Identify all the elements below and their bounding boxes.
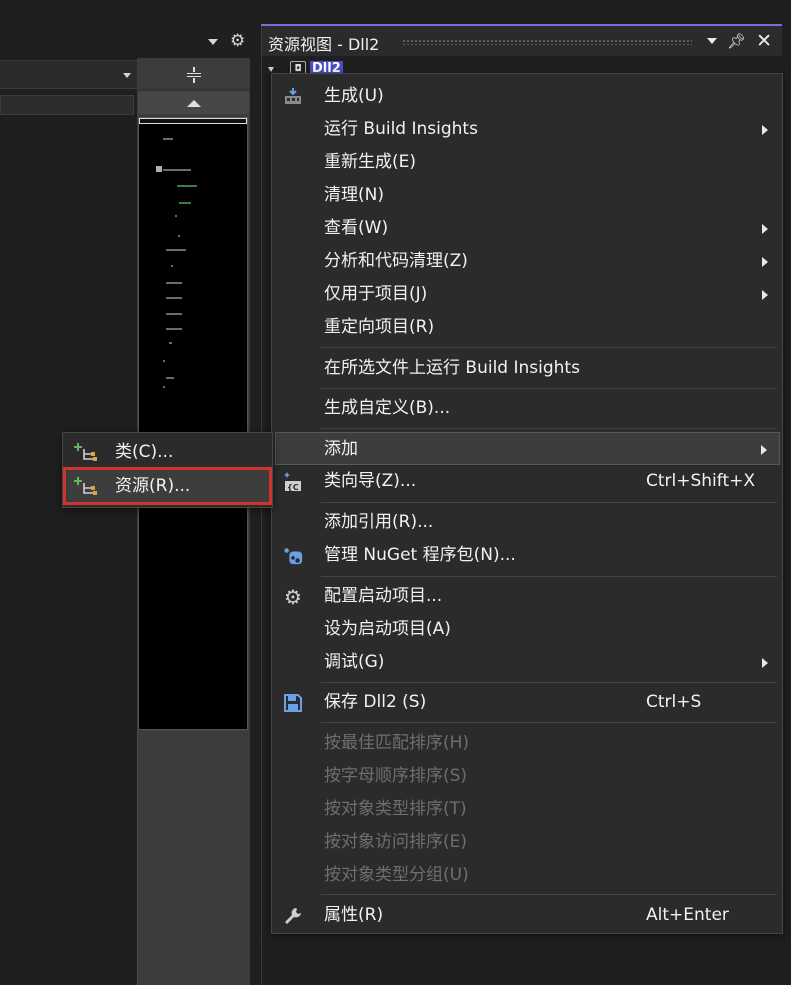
menu-item-run-build-insights[interactable]: 运行 Build Insights bbox=[275, 113, 780, 146]
menu-item-retarget-project[interactable]: 重定向项目(R) bbox=[275, 311, 780, 344]
submenu-item-class[interactable]: 类(C)... bbox=[66, 436, 271, 469]
resource-view-header[interactable]: 资源视图 - Dll2 📌︎ ✕ bbox=[262, 26, 782, 56]
menu-item-build[interactable]: 生成(U) bbox=[275, 80, 780, 113]
editor-toolbar: ⚙ bbox=[200, 30, 252, 54]
scroll-up-button[interactable] bbox=[138, 92, 249, 114]
pin-icon[interactable]: 📌︎ bbox=[727, 30, 746, 52]
menu-separator bbox=[321, 894, 777, 895]
menu-item-build-customizations[interactable]: 生成自定义(B)... bbox=[275, 392, 780, 425]
build-icon bbox=[283, 88, 303, 106]
svg-text:{C: {C bbox=[287, 483, 299, 492]
menu-item-analyze-cleanup[interactable]: 分析和代码清理(Z) bbox=[275, 245, 780, 278]
menu-item-clean[interactable]: 清理(N) bbox=[275, 179, 780, 212]
chevron-right-icon bbox=[762, 257, 768, 267]
triangle-up-icon bbox=[186, 99, 201, 107]
nuget-icon bbox=[283, 547, 303, 565]
chevron-right-icon bbox=[762, 125, 768, 135]
save-icon bbox=[283, 694, 303, 712]
chevron-down-icon[interactable] bbox=[707, 38, 718, 44]
split-window-button[interactable] bbox=[138, 60, 249, 90]
menu-separator bbox=[321, 502, 777, 503]
code-minimap[interactable] bbox=[138, 117, 248, 730]
menu-item-class-wizard[interactable]: {C 类向导(Z)... Ctrl+Shift+X bbox=[275, 465, 780, 498]
chevron-down-icon bbox=[123, 73, 131, 78]
class-wizard-icon: {C bbox=[283, 472, 303, 492]
menu-item-properties[interactable]: 属性(R) Alt+Enter bbox=[275, 899, 780, 932]
menu-item-sort-alpha: 按字母顺序排序(S) bbox=[324, 766, 468, 786]
minimap-viewport[interactable] bbox=[139, 118, 247, 124]
menu-item-configure-startup[interactable]: ⚙ 配置启动项目... bbox=[275, 580, 780, 613]
menu-separator bbox=[321, 722, 777, 723]
menu-item-group-type: 按对象类型分组(U) bbox=[324, 865, 469, 885]
chevron-right-icon bbox=[762, 290, 768, 300]
menu-item-rebuild[interactable]: 重新生成(E) bbox=[275, 146, 780, 179]
menu-separator bbox=[321, 428, 777, 429]
menu-separator bbox=[321, 682, 777, 683]
gear-icon[interactable]: ⚙ bbox=[230, 30, 245, 52]
menu-separator bbox=[321, 576, 777, 577]
drag-grip[interactable] bbox=[402, 39, 692, 45]
chevron-down-icon[interactable] bbox=[208, 39, 218, 45]
chevron-right-icon bbox=[762, 658, 768, 668]
navigation-dropdown[interactable] bbox=[0, 60, 137, 89]
menu-item-build-insights-selected[interactable]: 在所选文件上运行 Build Insights bbox=[275, 352, 780, 385]
close-icon[interactable]: ✕ bbox=[756, 30, 772, 52]
menu-item-set-startup[interactable]: 设为启动项目(A) bbox=[275, 613, 780, 646]
panel-title: 资源视图 - Dll2 bbox=[268, 35, 380, 54]
menu-item-view[interactable]: 查看(W) bbox=[275, 212, 780, 245]
menu-item-debug[interactable]: 调试(G) bbox=[275, 646, 780, 679]
menu-item-sort-best-match: 按最佳匹配排序(H) bbox=[324, 733, 470, 753]
menu-item-add[interactable]: 添加 bbox=[275, 432, 780, 465]
menu-item-sort-type: 按对象类型排序(T) bbox=[324, 799, 467, 819]
chevron-right-icon bbox=[762, 224, 768, 234]
menu-item-sort-access: 按对象访问排序(E) bbox=[324, 832, 468, 852]
menu-item-manage-nuget[interactable]: 管理 NuGet 程序包(N)... bbox=[275, 539, 780, 572]
chevron-right-icon bbox=[761, 445, 767, 455]
expand-icon[interactable] bbox=[268, 66, 274, 72]
split-window-icon bbox=[186, 66, 201, 83]
gear-icon: ⚙ bbox=[284, 585, 302, 609]
context-menu: 生成(U) 运行 Build Insights 重新生成(E) 清理(N) 查看… bbox=[271, 73, 783, 934]
menu-separator bbox=[321, 347, 777, 348]
divider bbox=[137, 730, 138, 985]
menu-item-add-reference[interactable]: 添加引用(R)... bbox=[275, 506, 780, 539]
editor-line-highlight bbox=[0, 95, 134, 115]
menu-separator bbox=[321, 388, 777, 389]
menu-item-project-only[interactable]: 仅用于项目(J) bbox=[275, 278, 780, 311]
selection-highlight-box bbox=[63, 467, 272, 505]
menu-item-save[interactable]: 保存 Dll2 (S) Ctrl+S bbox=[275, 686, 780, 719]
wrench-icon bbox=[283, 907, 303, 925]
add-class-icon bbox=[74, 443, 97, 463]
